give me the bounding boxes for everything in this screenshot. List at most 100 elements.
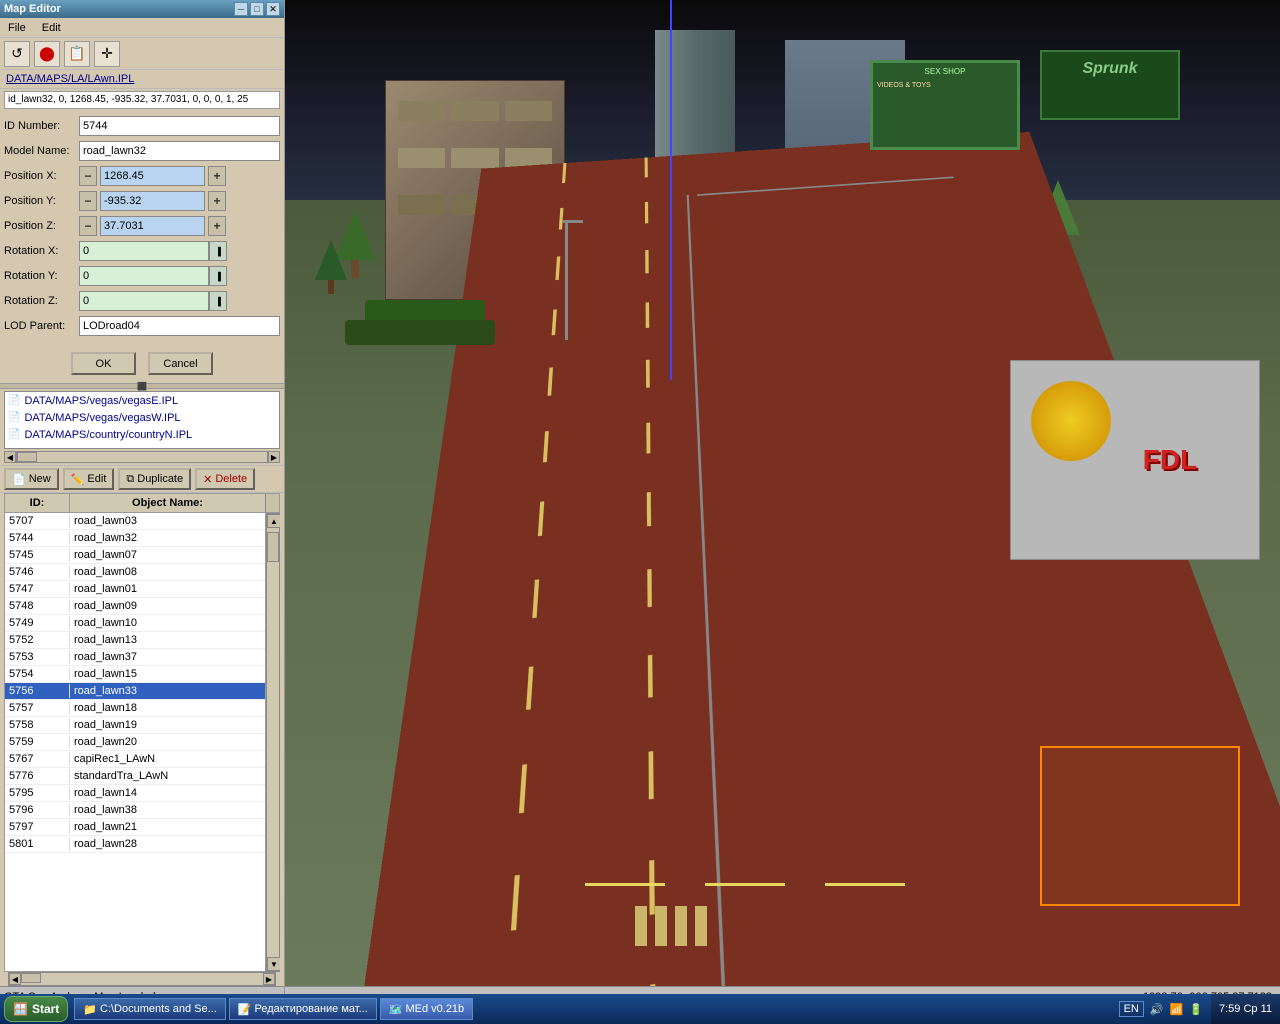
lod-row: LOD Parent:: [4, 315, 280, 337]
file-menu[interactable]: File: [4, 20, 30, 36]
table-row[interactable]: 5747road_lawn01: [5, 581, 265, 598]
rot-z-slider[interactable]: ▐: [209, 291, 227, 311]
vscroll-up[interactable]: ▲: [267, 514, 280, 528]
table-hscroll-thumb[interactable]: [21, 973, 41, 983]
hscroll-track[interactable]: [16, 451, 268, 463]
road-lane-line-2: [645, 158, 659, 1006]
table-row[interactable]: 5753road_lawn37: [5, 649, 265, 666]
hedge-2: [345, 320, 495, 345]
table-row[interactable]: 5797road_lawn21: [5, 819, 265, 836]
sys-icon-3: 🔋: [1189, 1003, 1203, 1016]
start-label: Start: [32, 1002, 59, 1016]
pos-z-minus[interactable]: −: [79, 216, 97, 236]
table-row[interactable]: 5796road_lawn38: [5, 802, 265, 819]
taskbar-item-1[interactable]: 📁 C:\Documents and Se...: [74, 998, 225, 1020]
taskbar-item-2[interactable]: 📝 Редактирование мат...: [229, 998, 377, 1020]
table-row[interactable]: 5795road_lawn14: [5, 785, 265, 802]
hscroll-thumb[interactable]: [17, 452, 37, 462]
table-row[interactable]: 5767capiRec1_LAwN: [5, 751, 265, 768]
ok-button[interactable]: OK: [71, 352, 136, 375]
table-row[interactable]: 5749road_lawn10: [5, 615, 265, 632]
table-row[interactable]: 5759road_lawn20: [5, 734, 265, 751]
table-row[interactable]: 5745road_lawn07: [5, 547, 265, 564]
file-list-item-3[interactable]: 📄 DATA/MAPS/country/countryN.IPL: [5, 426, 279, 443]
table-cell-name: road_lawn07: [70, 548, 265, 562]
title-bar-buttons: ─ □ ✕: [234, 2, 280, 16]
ipl-path[interactable]: DATA/MAPS/LA/LAwn.IPL: [0, 70, 284, 89]
sys-icon-2: 📶: [1170, 1003, 1184, 1016]
record-button[interactable]: ⬤: [34, 41, 60, 67]
pos-x-spinners: − +: [79, 166, 226, 186]
billboard-1: SEX SHOP VIDEOS & TOYS: [870, 60, 1020, 150]
table-row[interactable]: 5756road_lawn33: [5, 683, 265, 700]
table-row[interactable]: 5746road_lawn08: [5, 564, 265, 581]
panel-divider[interactable]: ⬛: [0, 383, 284, 389]
duplicate-button[interactable]: ⧉ Duplicate: [118, 468, 191, 490]
table-row[interactable]: 5752road_lawn13: [5, 632, 265, 649]
table-row[interactable]: 5757road_lawn18: [5, 700, 265, 717]
delete-button[interactable]: ✕ Delete: [195, 468, 255, 490]
pos-x-input[interactable]: [100, 166, 205, 186]
vscroll-down[interactable]: ▼: [267, 957, 280, 971]
table-hscroll-track[interactable]: [21, 973, 263, 985]
table-row[interactable]: 5776standardTra_LAwN: [5, 768, 265, 785]
pos-z-plus[interactable]: +: [208, 216, 226, 236]
vscroll-thumb[interactable]: [267, 532, 279, 562]
hscroll-left[interactable]: ◀: [4, 451, 16, 463]
file-list-item-2[interactable]: 📄 DATA/MAPS/vegas/vegasW.IPL: [5, 409, 279, 426]
rot-z-input[interactable]: [79, 291, 209, 311]
move-button[interactable]: ✛: [94, 41, 120, 67]
edit-menu[interactable]: Edit: [38, 20, 65, 36]
rot-x-slider[interactable]: ▐: [209, 241, 227, 261]
model-input[interactable]: [79, 141, 280, 161]
taskbar-item-3[interactable]: 🗺️ MEd v0.21b: [380, 998, 473, 1020]
id-input[interactable]: [79, 116, 280, 136]
table-row[interactable]: 5744road_lawn32: [5, 530, 265, 547]
table-row[interactable]: 5758road_lawn19: [5, 717, 265, 734]
file-item-3: DATA/MAPS/country/countryN.IPL: [24, 429, 192, 441]
edit-button[interactable]: ✏️ Edit: [63, 468, 115, 490]
pos-x-plus[interactable]: +: [208, 166, 226, 186]
pos-z-row: Position Z: − +: [4, 215, 280, 237]
action-bar: 📄 New ✏️ Edit ⧉ Duplicate ✕ Delete: [0, 465, 284, 493]
taskbar: 🪟 Start 📁 C:\Documents and Se... 📝 Редак…: [0, 994, 1280, 1024]
table-cell-id: 5767: [5, 752, 70, 766]
table-row[interactable]: 5707road_lawn03: [5, 513, 265, 530]
selection-box-orange: [1040, 746, 1240, 906]
pos-y-input[interactable]: [100, 191, 205, 211]
table-cell-name: road_lawn38: [70, 803, 265, 817]
minimize-button[interactable]: ─: [234, 2, 248, 16]
menu-bar: File Edit: [0, 18, 284, 38]
pos-y-minus[interactable]: −: [79, 191, 97, 211]
table-cell-id: 5797: [5, 820, 70, 834]
table-row[interactable]: 5754road_lawn15: [5, 666, 265, 683]
pos-y-plus[interactable]: +: [208, 191, 226, 211]
maximize-button[interactable]: □: [250, 2, 264, 16]
new-label: New: [29, 473, 51, 485]
save-button[interactable]: 📋: [64, 41, 90, 67]
rot-z-label: Rotation Z:: [4, 295, 79, 307]
table-hscroll-left[interactable]: ◀: [9, 973, 21, 985]
cancel-button[interactable]: Cancel: [148, 352, 213, 375]
table-cell-name: road_lawn09: [70, 599, 265, 613]
table-row[interactable]: 5801road_lawn28: [5, 836, 265, 853]
new-button[interactable]: 📄 New: [4, 468, 59, 490]
table-header: ID: Object Name:: [4, 493, 280, 513]
table-cell-id: 5747: [5, 582, 70, 596]
panel-title-bar: Map Editor ─ □ ✕: [0, 0, 284, 18]
pos-z-input[interactable]: [100, 216, 205, 236]
panel-title: Map Editor: [4, 3, 61, 15]
hscroll-right[interactable]: ▶: [268, 451, 280, 463]
table-hscroll-right[interactable]: ▶: [263, 973, 275, 985]
file-list-item[interactable]: 📄 DATA/MAPS/vegas/vegasE.IPL: [5, 392, 279, 409]
rot-y-slider[interactable]: ▐: [209, 266, 227, 286]
rot-y-input[interactable]: [79, 266, 209, 286]
rot-x-input[interactable]: [79, 241, 209, 261]
selection-line-blue: [670, 0, 672, 380]
table-row[interactable]: 5748road_lawn09: [5, 598, 265, 615]
close-button[interactable]: ✕: [266, 2, 280, 16]
pos-x-minus[interactable]: −: [79, 166, 97, 186]
undo-button[interactable]: ↺: [4, 41, 30, 67]
start-button[interactable]: 🪟 Start: [4, 996, 68, 1022]
lod-input[interactable]: [79, 316, 280, 336]
